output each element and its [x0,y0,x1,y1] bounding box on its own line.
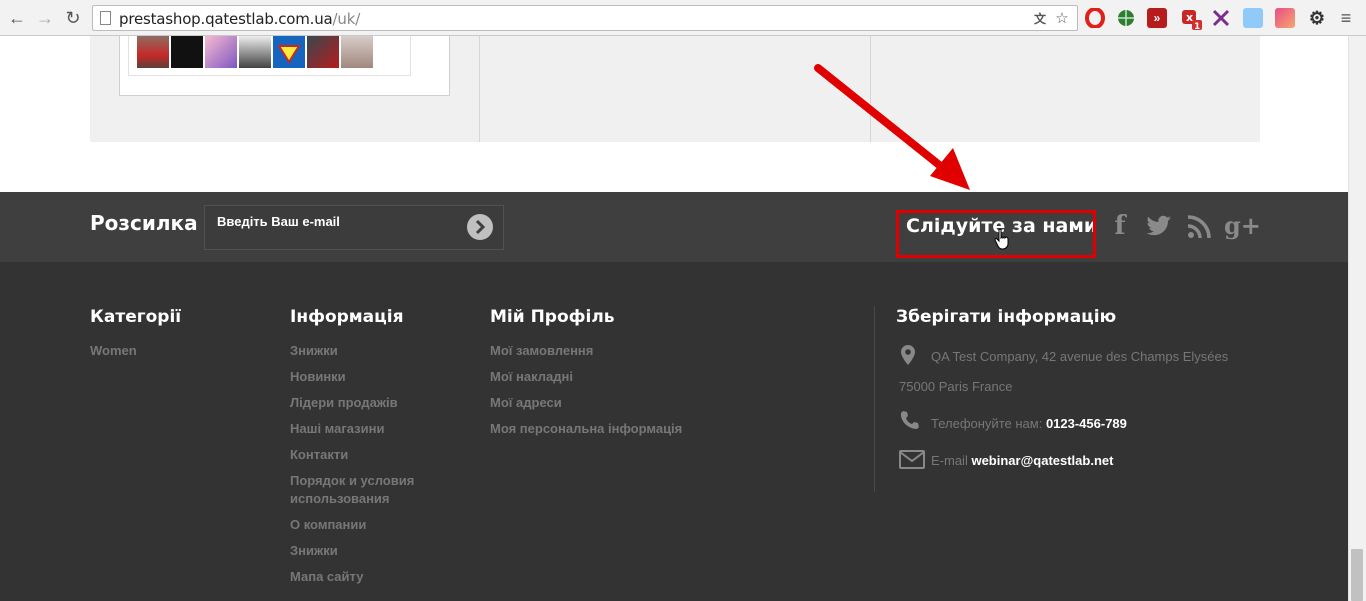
annotation-arrow [814,64,970,190]
hand-cursor-icon [994,228,1009,250]
